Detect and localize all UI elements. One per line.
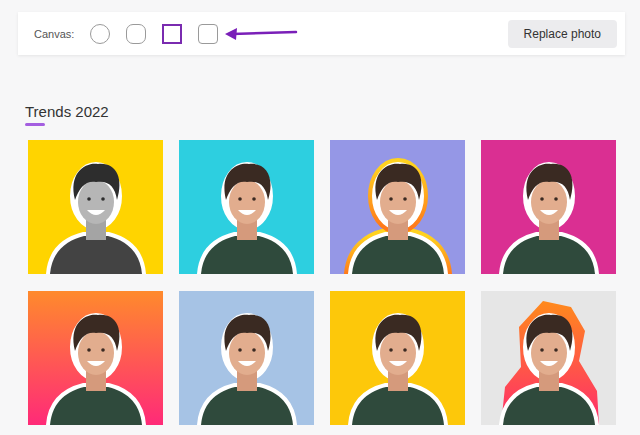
canvas-shape-option[interactable]	[90, 24, 110, 44]
section-title: Trends 2022	[25, 103, 616, 120]
portrait-icon	[28, 140, 163, 274]
style-tile[interactable]	[330, 140, 465, 274]
style-tile[interactable]	[179, 140, 314, 274]
toolbar: Canvas: Replace photo	[18, 12, 625, 55]
pointer-arrow-icon	[224, 27, 298, 41]
canvas-shape-option[interactable]	[162, 24, 182, 44]
style-tile[interactable]	[179, 291, 314, 425]
style-tile[interactable]	[481, 291, 616, 425]
portrait-icon	[28, 291, 163, 425]
portrait-icon	[330, 140, 465, 274]
portrait-icon	[330, 291, 465, 425]
portrait-icon	[481, 291, 616, 425]
replace-photo-button[interactable]: Replace photo	[508, 20, 617, 48]
canvas-shape-option[interactable]	[126, 24, 146, 44]
page: Canvas: Replace photo Trends 2022	[0, 0, 640, 435]
canvas-shape-option[interactable]	[198, 24, 218, 44]
style-tile[interactable]	[330, 291, 465, 425]
style-tile[interactable]	[28, 291, 163, 425]
title-underline	[25, 123, 45, 126]
style-tile[interactable]	[481, 140, 616, 274]
trends-section: Trends 2022	[0, 55, 640, 425]
portrait-icon	[179, 140, 314, 274]
style-tile[interactable]	[28, 140, 163, 274]
portrait-icon	[179, 291, 314, 425]
tile-grid	[28, 140, 616, 425]
portrait-icon	[481, 140, 616, 274]
canvas-label: Canvas:	[34, 28, 74, 40]
canvas-shapes	[90, 24, 218, 44]
